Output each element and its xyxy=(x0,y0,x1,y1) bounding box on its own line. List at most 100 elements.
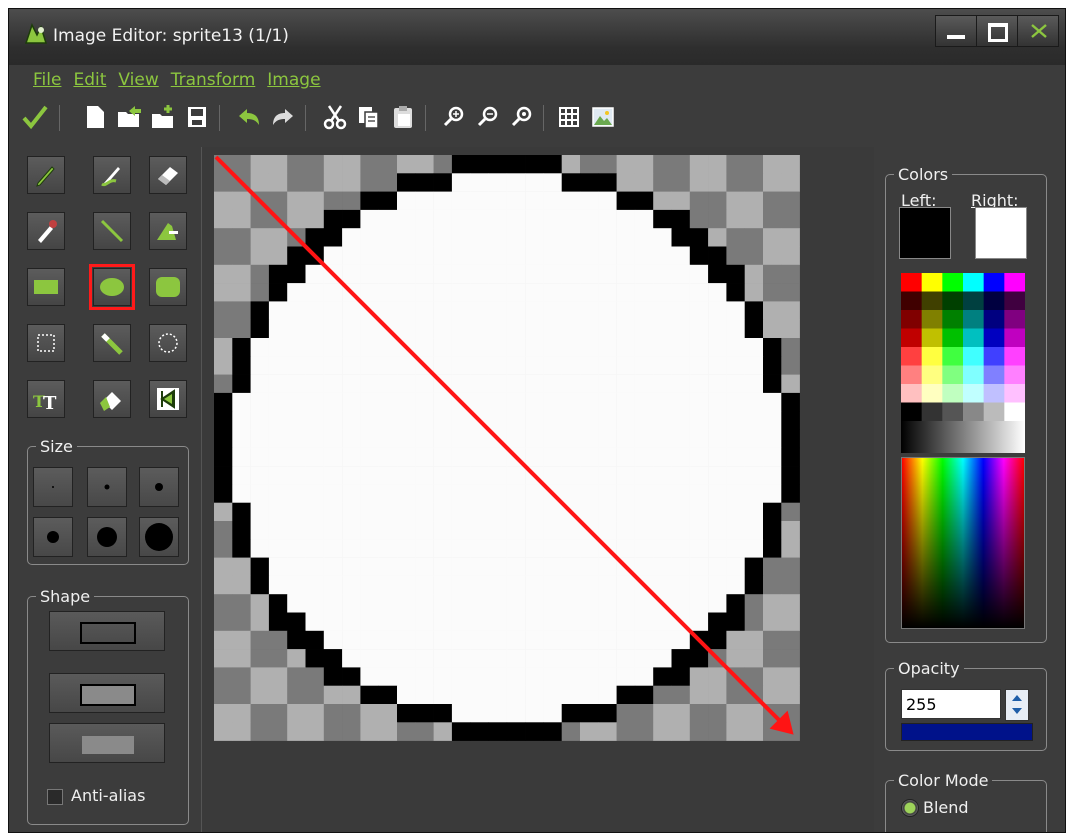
palette-swatch[interactable] xyxy=(901,310,922,329)
checkmark-icon[interactable] xyxy=(21,103,49,131)
palette-swatch[interactable] xyxy=(921,365,943,385)
zoom-out-icon[interactable] xyxy=(475,103,503,131)
palette-swatch[interactable] xyxy=(921,384,943,403)
menu-edit[interactable]: Edit xyxy=(73,67,106,93)
menu-transform[interactable]: Transform xyxy=(171,67,256,93)
palette-swatch[interactable] xyxy=(921,291,943,311)
shape-outline-fill-button[interactable] xyxy=(49,673,165,713)
palette-swatch[interactable] xyxy=(942,384,964,403)
maximize-button[interactable] xyxy=(977,16,1018,46)
palette-swatch[interactable] xyxy=(983,402,1005,422)
menu-file[interactable]: File xyxy=(33,67,61,93)
open-file-icon[interactable] xyxy=(115,103,143,131)
ellipse-select-tool[interactable] xyxy=(149,324,187,362)
palette-swatch[interactable] xyxy=(963,384,984,403)
pencil-tool[interactable] xyxy=(27,156,65,194)
shape-outline-button[interactable] xyxy=(49,611,165,651)
save-icon[interactable] xyxy=(183,103,211,131)
palette-swatch[interactable] xyxy=(901,347,922,366)
paste-icon[interactable] xyxy=(389,103,417,131)
shape-fill-button[interactable] xyxy=(49,723,165,763)
palette-swatch[interactable] xyxy=(1004,347,1025,366)
palette-swatch[interactable] xyxy=(963,291,984,311)
origin-tool[interactable] xyxy=(149,380,187,418)
palette-swatch[interactable] xyxy=(921,273,943,292)
palette-swatch[interactable] xyxy=(901,365,922,385)
spinner-up-icon[interactable] xyxy=(1010,692,1024,703)
text-tool[interactable]: TT xyxy=(27,380,65,418)
grid-icon[interactable] xyxy=(555,103,583,131)
palette-swatch[interactable] xyxy=(942,365,964,385)
undo-icon[interactable] xyxy=(235,103,263,131)
palette-swatch[interactable] xyxy=(901,402,922,422)
color-picker-tool[interactable] xyxy=(27,212,65,250)
palette-swatch[interactable] xyxy=(1004,365,1025,385)
opacity-bar[interactable] xyxy=(901,723,1033,741)
palette-swatch[interactable] xyxy=(1004,291,1025,311)
palette-swatch[interactable] xyxy=(963,273,984,292)
color-palette[interactable] xyxy=(901,273,1025,453)
size-5-button[interactable] xyxy=(87,517,127,557)
antialias-checkbox[interactable] xyxy=(47,789,63,805)
palette-swatch[interactable] xyxy=(983,365,1005,385)
size-1-button[interactable] xyxy=(33,467,73,507)
sprite-canvas[interactable] xyxy=(202,147,874,832)
palette-swatch[interactable] xyxy=(1004,310,1025,329)
rectangle-tool[interactable] xyxy=(27,268,65,306)
size-6-button[interactable] xyxy=(139,517,179,557)
palette-swatch[interactable] xyxy=(983,273,1005,292)
menu-view[interactable]: View xyxy=(118,67,158,93)
palette-swatch[interactable] xyxy=(983,384,1005,403)
opacity-spinner[interactable] xyxy=(1005,689,1029,721)
right-color-swatch[interactable] xyxy=(975,207,1027,259)
copy-icon[interactable] xyxy=(355,103,383,131)
palette-swatch[interactable] xyxy=(1004,328,1025,348)
spinner-down-icon[interactable] xyxy=(1010,706,1024,717)
zoom-reset-icon[interactable] xyxy=(509,103,537,131)
size-4-button[interactable] xyxy=(33,517,73,557)
palette-swatch[interactable] xyxy=(983,291,1005,311)
color-spectrum[interactable] xyxy=(901,457,1025,629)
fill-tool[interactable] xyxy=(149,212,187,250)
palette-swatch[interactable] xyxy=(901,384,922,403)
new-file-icon[interactable] xyxy=(81,103,109,131)
palette-swatch[interactable] xyxy=(963,328,984,348)
palette-swatch[interactable] xyxy=(963,347,984,366)
redo-icon[interactable] xyxy=(269,103,297,131)
palette-swatch[interactable] xyxy=(983,347,1005,366)
ellipse-tool[interactable] xyxy=(89,264,135,310)
image-icon[interactable] xyxy=(589,103,617,131)
palette-swatch[interactable] xyxy=(921,402,943,422)
palette-swatch[interactable] xyxy=(942,328,964,348)
palette-swatch[interactable] xyxy=(942,310,964,329)
minimize-button[interactable] xyxy=(936,16,977,46)
palette-swatch[interactable] xyxy=(963,365,984,385)
replace-color-tool[interactable] xyxy=(93,380,131,418)
palette-swatch[interactable] xyxy=(1004,273,1025,292)
brush-tool[interactable] xyxy=(93,156,131,194)
palette-swatch[interactable] xyxy=(901,328,922,348)
palette-swatch[interactable] xyxy=(942,273,964,292)
palette-swatch[interactable] xyxy=(921,347,943,366)
magic-wand-tool[interactable] xyxy=(93,324,131,362)
close-button[interactable] xyxy=(1018,16,1058,46)
left-color-swatch[interactable] xyxy=(899,207,951,259)
palette-swatch[interactable] xyxy=(983,310,1005,329)
palette-swatch[interactable] xyxy=(901,291,922,311)
opacity-input[interactable] xyxy=(901,689,1001,719)
eraser-tool[interactable] xyxy=(149,156,187,194)
palette-swatch[interactable] xyxy=(1004,402,1025,422)
palette-swatch[interactable] xyxy=(942,347,964,366)
grayscale-gradient[interactable] xyxy=(901,421,1025,453)
rounded-rectangle-tool[interactable] xyxy=(149,268,187,306)
palette-swatch[interactable] xyxy=(1004,384,1025,403)
palette-swatch[interactable] xyxy=(963,402,984,422)
blend-radio[interactable] xyxy=(901,799,919,817)
palette-swatch[interactable] xyxy=(921,310,943,329)
rectangle-select-tool[interactable] xyxy=(27,324,65,362)
menu-image[interactable]: Image xyxy=(267,67,320,93)
palette-swatch[interactable] xyxy=(963,310,984,329)
add-file-icon[interactable] xyxy=(149,103,177,131)
size-3-button[interactable] xyxy=(139,467,179,507)
palette-swatch[interactable] xyxy=(921,328,943,348)
